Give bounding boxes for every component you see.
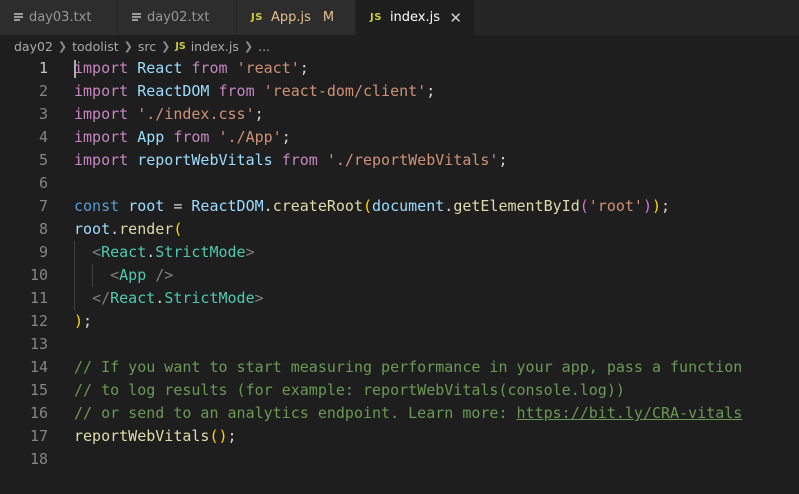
code-line[interactable]: 6 bbox=[0, 172, 799, 195]
line-number: 10 bbox=[29, 266, 48, 284]
code-text: root.render( bbox=[74, 220, 183, 238]
code-line[interactable]: 7 const root = ReactDOM.createRoot(docume… bbox=[0, 195, 799, 218]
line-number: 16 bbox=[29, 404, 48, 422]
code-line[interactable]: 8 root.render( bbox=[0, 218, 799, 241]
tab-app-js[interactable]: JS App.js M bbox=[237, 0, 356, 35]
chevron-right-icon: ❯ bbox=[57, 39, 68, 53]
code-line[interactable]: 14 // If you want to start measuring perf… bbox=[0, 356, 799, 379]
line-number: 4 bbox=[38, 128, 48, 146]
line-number: 3 bbox=[38, 105, 48, 123]
code-text: // If you want to start measuring perfor… bbox=[74, 358, 743, 376]
code-line[interactable]: 16 // or send to an analytics endpoint. L… bbox=[0, 402, 799, 425]
line-number: 12 bbox=[29, 312, 48, 330]
code-line[interactable]: 5 import reportWebVitals from './reportWe… bbox=[0, 149, 799, 172]
tab-index-js[interactable]: JS index.js ✕ bbox=[356, 0, 475, 35]
code-text: import ReactDOM from 'react-dom/client'; bbox=[74, 82, 436, 100]
code-line[interactable]: 17 reportWebVitals(); bbox=[0, 425, 799, 448]
modified-badge: M bbox=[322, 10, 335, 25]
line-number: 9 bbox=[38, 243, 48, 261]
text-file-icon bbox=[14, 13, 23, 22]
code-text: ); bbox=[74, 312, 93, 330]
line-number: 2 bbox=[38, 82, 48, 100]
breadcrumb-item-todolist[interactable]: todolist bbox=[72, 39, 119, 54]
breadcrumb-item-index-js[interactable]: index.js bbox=[191, 39, 239, 54]
line-number: 18 bbox=[29, 450, 48, 468]
js-file-icon: JS bbox=[175, 40, 186, 52]
code-area[interactable]: 1 import React from 'react'; 2 import React… bbox=[0, 57, 799, 494]
tab-label: day02.txt bbox=[147, 10, 210, 25]
code-line[interactable]: 10 <App /> bbox=[0, 264, 799, 287]
js-file-icon: JS bbox=[251, 12, 263, 23]
code-line[interactable]: 4 import App from './App'; bbox=[0, 126, 799, 149]
line-number: 17 bbox=[29, 427, 48, 445]
line-number: 7 bbox=[38, 197, 48, 215]
code-text: import reportWebVitals from './reportWeb… bbox=[74, 151, 508, 169]
code-line[interactable]: 3 import './index.css'; bbox=[0, 103, 799, 126]
line-number: 5 bbox=[38, 151, 48, 169]
line-number: 8 bbox=[38, 220, 48, 238]
chevron-right-icon: ❯ bbox=[123, 39, 133, 53]
code-editor: day03.txt day02.txt JS App.js M JS index… bbox=[0, 0, 799, 494]
code-text: // or send to an analytics endpoint. Lea… bbox=[74, 404, 743, 422]
code-line[interactable]: 18 bbox=[0, 448, 799, 471]
tab-day03-txt[interactable]: day03.txt bbox=[0, 0, 118, 35]
text-cursor bbox=[74, 60, 76, 78]
js-file-icon: JS bbox=[370, 12, 382, 23]
line-number: 1 bbox=[38, 59, 48, 77]
code-line[interactable]: 9 <React.StrictMode> bbox=[0, 241, 799, 264]
code-line[interactable]: 13 bbox=[0, 333, 799, 356]
code-text: reportWebVitals(); bbox=[74, 427, 237, 445]
breadcrumb-item-src[interactable]: src bbox=[138, 39, 156, 54]
code-text: import React from 'react'; bbox=[74, 59, 309, 77]
code-text: </React.StrictMode> bbox=[92, 289, 264, 307]
code-text: <App /> bbox=[110, 266, 174, 284]
text-file-icon bbox=[132, 13, 141, 22]
code-text: import './index.css'; bbox=[74, 105, 264, 123]
line-number: 11 bbox=[29, 289, 48, 307]
tab-bar: day03.txt day02.txt JS App.js M JS index… bbox=[0, 0, 799, 35]
line-number: 14 bbox=[29, 358, 48, 376]
breadcrumb-item-more[interactable]: ... bbox=[258, 39, 270, 54]
tab-label: day03.txt bbox=[29, 10, 92, 25]
code-text: // to log results (for example: reportWe… bbox=[74, 381, 625, 399]
chevron-right-icon: ❯ bbox=[243, 39, 254, 53]
breadcrumb: day02 ❯ todolist ❯ src ❯ JS index.js ❯ .… bbox=[0, 35, 799, 57]
close-icon[interactable]: ✕ bbox=[449, 9, 462, 27]
line-number: 13 bbox=[29, 335, 48, 353]
code-text: import App from './App'; bbox=[74, 128, 291, 146]
line-number: 6 bbox=[38, 174, 48, 192]
chevron-right-icon: ❯ bbox=[161, 39, 171, 53]
code-line[interactable]: 11 </React.StrictMode> bbox=[0, 287, 799, 310]
tab-label: App.js bbox=[270, 10, 311, 25]
code-text: const root = ReactDOM.createRoot(documen… bbox=[74, 197, 671, 215]
code-line[interactable]: 12); bbox=[0, 310, 799, 333]
code-line[interactable]: 1 import React from 'react'; bbox=[0, 57, 799, 80]
tab-day02-txt[interactable]: day02.txt bbox=[118, 0, 237, 35]
code-text: <React.StrictMode> bbox=[92, 243, 255, 261]
tab-label: index.js bbox=[389, 10, 441, 25]
code-line[interactable]: 2 import ReactDOM from 'react-dom/client'… bbox=[0, 80, 799, 103]
breadcrumb-item-day02[interactable]: day02 bbox=[14, 39, 53, 54]
code-line[interactable]: 15 // to log results (for example: report… bbox=[0, 379, 799, 402]
line-number: 15 bbox=[29, 381, 48, 399]
